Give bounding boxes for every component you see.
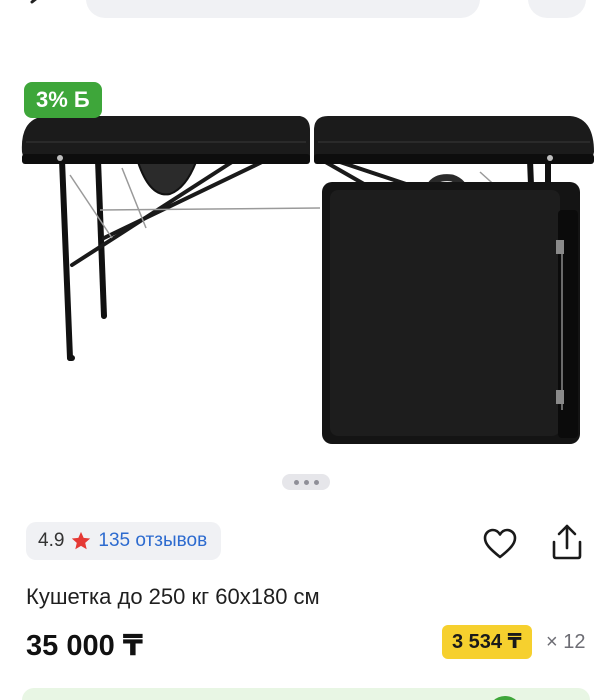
chevron-left-icon[interactable]	[28, 0, 56, 14]
product-image	[21, 116, 594, 444]
installment-price-badge[interactable]: 3 534 ₸	[442, 625, 532, 659]
product-gallery[interactable]	[0, 60, 612, 480]
star-icon	[72, 531, 91, 550]
pagination-dot[interactable]	[293, 479, 299, 485]
share-button-top[interactable]	[528, 0, 586, 18]
pagination-dot[interactable]	[313, 479, 319, 485]
rating-pill[interactable]: 4.9 135 отзывов	[26, 522, 222, 560]
pagination-dot[interactable]	[303, 479, 309, 485]
product-price: 35 000 ₸	[26, 630, 143, 662]
share-icon[interactable]	[548, 522, 586, 562]
top-bar	[0, 0, 612, 22]
product-title: Кушетка до 250 кг 60х180 см	[26, 584, 320, 609]
bonus-badge: 3% Б	[24, 82, 102, 118]
heart-icon[interactable]	[482, 526, 518, 562]
gallery-pagination[interactable]	[282, 474, 330, 490]
search-input[interactable]	[86, 0, 480, 18]
installment-term: × 12	[546, 631, 586, 653]
rating-score: 4.9	[38, 530, 65, 551]
reviews-link[interactable]: 135 отзывов	[98, 530, 207, 552]
